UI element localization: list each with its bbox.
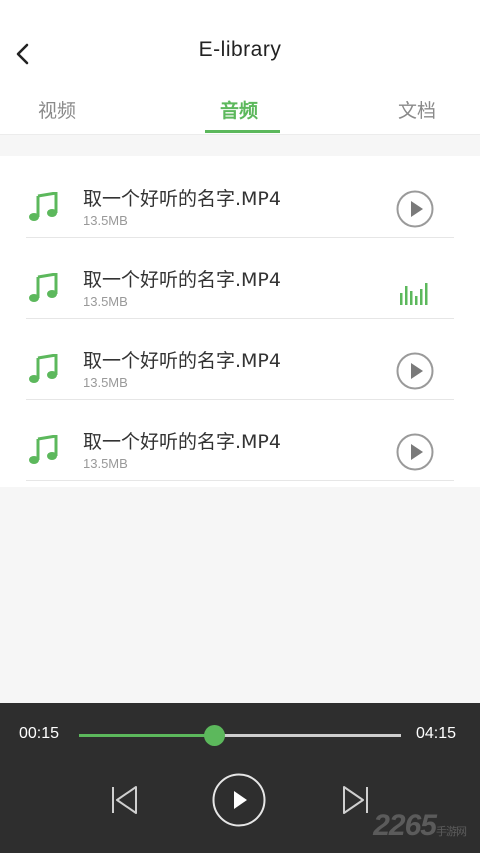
music-note-icon [29,192,58,221]
previous-icon[interactable] [110,785,140,815]
music-note-icon [29,435,58,464]
file-size: 13.5MB [83,375,128,390]
total-time: 04:15 [416,725,457,742]
tab-bar: 视频 音频 文档 [0,82,480,135]
music-note-icon [29,273,58,302]
list-item[interactable]: 取一个好听的名字.MP4 13.5MB [26,318,454,400]
tab-document[interactable]: 文档 [398,96,436,123]
file-size: 13.5MB [83,294,128,309]
file-name: 取一个好听的名字.MP4 [83,431,281,453]
list-item[interactable]: 取一个好听的名字.MP4 13.5MB [26,399,454,481]
equalizer-icon[interactable] [400,283,430,305]
play-icon[interactable] [396,352,434,390]
file-name: 取一个好听的名字.MP4 [83,269,281,291]
list-item[interactable]: 取一个好听的名字.MP4 13.5MB [26,156,454,238]
audio-list: 取一个好听的名字.MP4 13.5MB 取一个好听的名字.MP4 13.5MB [0,156,480,487]
app-header: E-library [0,0,480,83]
progress-fill [79,734,215,737]
music-note-icon [29,354,58,383]
tab-audio[interactable]: 音频 [220,96,258,123]
file-size: 13.5MB [83,456,128,471]
play-icon[interactable] [396,190,434,228]
audio-player-bar: 00:15 04:15 2265手游网 [0,703,480,853]
progress-track[interactable] [79,725,401,746]
file-size: 13.5MB [83,213,128,228]
next-icon[interactable] [340,785,370,815]
file-name: 取一个好听的名字.MP4 [83,188,281,210]
page-title: E-library [198,38,282,61]
tab-video[interactable]: 视频 [38,96,76,123]
watermark: 2265手游网 [373,809,467,842]
current-time: 00:15 [19,725,60,742]
active-tab-indicator [205,130,280,133]
play-icon[interactable] [212,773,266,827]
list-item[interactable]: 取一个好听的名字.MP4 13.5MB [26,237,454,319]
progress-thumb[interactable] [204,725,226,746]
play-icon[interactable] [396,433,434,471]
file-name: 取一个好听的名字.MP4 [83,350,281,372]
